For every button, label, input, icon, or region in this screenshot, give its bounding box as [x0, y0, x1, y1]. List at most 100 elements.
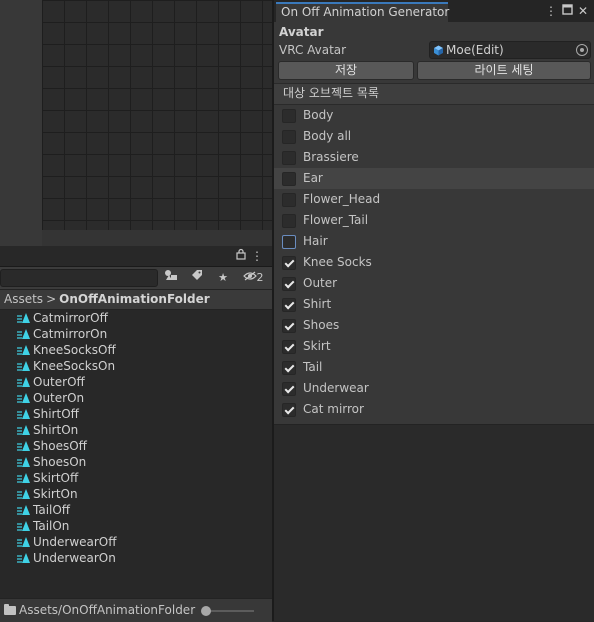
- asset-list-item-label: SkirtOff: [33, 471, 79, 485]
- more-options-icon[interactable]: ⋮: [544, 3, 558, 19]
- hidden-packages-toggle[interactable]: 2: [238, 269, 268, 287]
- target-object-row: Shirt: [274, 294, 594, 315]
- light-setting-button[interactable]: 라이트 세팅: [417, 61, 591, 80]
- target-object-label: Outer: [303, 276, 338, 290]
- breadcrumb: Assets > OnOffAnimationFolder: [0, 290, 272, 310]
- target-object-checkbox[interactable]: [282, 256, 296, 270]
- asset-list-item[interactable]: ShoesOn: [0, 454, 272, 470]
- label-tag-icon[interactable]: [188, 269, 206, 287]
- asset-list-item[interactable]: ShoesOff: [0, 438, 272, 454]
- animation-clip-icon: [16, 502, 31, 518]
- asset-list-item[interactable]: CatmirrorOff: [0, 310, 272, 326]
- zoom-slider-knob[interactable]: [201, 606, 212, 616]
- asset-list-item[interactable]: ShirtOn: [0, 422, 272, 438]
- vrc-avatar-object-field[interactable]: Moe(Edit): [429, 41, 591, 59]
- save-button[interactable]: 저장: [278, 61, 414, 80]
- scene-view[interactable]: [42, 0, 274, 230]
- target-object-checkbox[interactable]: [282, 319, 296, 333]
- footer-path: Assets/OnOffAnimationFolder: [19, 603, 196, 617]
- animation-clip-icon: [16, 342, 31, 358]
- object-picker-icon[interactable]: [576, 44, 588, 56]
- target-object-label: Tail: [303, 360, 323, 374]
- target-object-checkbox[interactable]: [282, 172, 296, 186]
- asset-list-item[interactable]: UnderwearOff: [0, 534, 272, 550]
- asset-list-item-label: UnderwearOn: [33, 551, 116, 565]
- target-object-label: Body all: [303, 129, 352, 143]
- target-object-checkbox[interactable]: [282, 130, 296, 144]
- asset-list-item-label: OuterOff: [33, 375, 85, 389]
- target-object-checkbox[interactable]: [282, 193, 296, 207]
- maximize-icon[interactable]: [560, 3, 574, 19]
- asset-list-item[interactable]: ShirtOff: [0, 406, 272, 422]
- zoom-slider[interactable]: [201, 606, 254, 616]
- generator-empty-area: [274, 424, 594, 615]
- asset-list-item[interactable]: KneeSocksOn: [0, 358, 272, 374]
- favorite-star-icon[interactable]: ★: [214, 269, 232, 287]
- project-tab-bar: ⋮: [0, 246, 272, 267]
- folder-icon: [4, 604, 16, 615]
- scene-view-bottom-bar: [42, 230, 274, 246]
- project-toolbar: ★ 2: [0, 267, 272, 290]
- asset-list-item[interactable]: OuterOff: [0, 374, 272, 390]
- breadcrumb-assets[interactable]: Assets: [4, 292, 43, 306]
- project-window: ⋮ ★ 2 Assets > OnOffAnimationFolder Catmir…: [0, 246, 272, 622]
- asset-list-item[interactable]: OuterOn: [0, 390, 272, 406]
- asset-list-item[interactable]: CatmirrorOn: [0, 326, 272, 342]
- prefab-cube-icon: [433, 45, 444, 56]
- target-object-label: Flower_Head: [303, 192, 381, 206]
- more-options-icon[interactable]: ⋮: [249, 248, 265, 264]
- animation-clip-icon: [16, 438, 31, 454]
- target-object-row: Ear: [274, 168, 594, 189]
- generator-window: On Off Animation Generator ⋮ ✕ Avatar VR…: [274, 0, 594, 621]
- animation-clip-icon: [16, 374, 31, 390]
- target-object-row: Flower_Tail: [274, 210, 594, 231]
- tab-on-off-animation-generator[interactable]: On Off Animation Generator: [276, 2, 449, 22]
- target-object-checkbox[interactable]: [282, 109, 296, 123]
- target-object-checkbox[interactable]: [282, 382, 296, 396]
- asset-list-item-label: ShirtOn: [33, 423, 79, 437]
- animation-clip-icon: [16, 454, 31, 470]
- close-icon[interactable]: ✕: [576, 3, 590, 19]
- asset-list-item[interactable]: TailOn: [0, 518, 272, 534]
- asset-list-item[interactable]: KneeSocksOff: [0, 342, 272, 358]
- animation-clip-icon: [16, 550, 31, 566]
- animation-clip-icon: [16, 422, 31, 438]
- breadcrumb-separator-icon: >: [46, 292, 57, 306]
- target-object-row: Cat mirror: [274, 399, 594, 420]
- asset-list-item-label: KneeSocksOn: [33, 359, 116, 373]
- animation-clip-icon: [16, 406, 31, 422]
- target-object-row: Outer: [274, 273, 594, 294]
- project-search-input[interactable]: [0, 269, 158, 287]
- target-object-row: Hair: [274, 231, 594, 252]
- asset-list-item-label: CatmirrorOn: [33, 327, 108, 341]
- target-object-row: Body: [274, 105, 594, 126]
- asset-list-item-label: ShoesOff: [33, 439, 87, 453]
- asset-list-item-label: UnderwearOff: [33, 535, 117, 549]
- target-object-checkbox[interactable]: [282, 151, 296, 165]
- breadcrumb-current-folder[interactable]: OnOffAnimationFolder: [59, 292, 210, 306]
- target-object-row: Underwear: [274, 378, 594, 399]
- asset-list-item[interactable]: SkirtOn: [0, 486, 272, 502]
- avatar-section-header: Avatar: [279, 25, 324, 39]
- target-object-checkbox[interactable]: [282, 361, 296, 375]
- target-object-checkbox[interactable]: [282, 214, 296, 228]
- asset-list-item[interactable]: TailOff: [0, 502, 272, 518]
- hidden-packages-count: 2: [256, 271, 264, 284]
- target-object-row: Skirt: [274, 336, 594, 357]
- asset-list-item[interactable]: UnderwearOn: [0, 550, 272, 566]
- asset-list-item[interactable]: SkirtOff: [0, 470, 272, 486]
- target-object-row: Shoes: [274, 315, 594, 336]
- target-object-checkbox[interactable]: [282, 235, 296, 249]
- target-object-checkbox[interactable]: [282, 340, 296, 354]
- lock-icon[interactable]: [233, 248, 249, 264]
- target-object-label: Knee Socks: [303, 255, 372, 269]
- target-object-checkbox[interactable]: [282, 298, 296, 312]
- scene-side-strip: [0, 0, 42, 246]
- animation-clip-icon: [16, 326, 31, 342]
- target-object-checkbox[interactable]: [282, 403, 296, 417]
- target-object-label: Hair: [303, 234, 328, 248]
- target-object-list-header[interactable]: 대상 오브젝트 목록: [274, 83, 594, 105]
- target-object-checkbox[interactable]: [282, 277, 296, 291]
- asset-list: CatmirrorOff CatmirrorOn KneeSocksOff KneeS…: [0, 310, 272, 566]
- create-shapes-icon[interactable]: [162, 269, 180, 287]
